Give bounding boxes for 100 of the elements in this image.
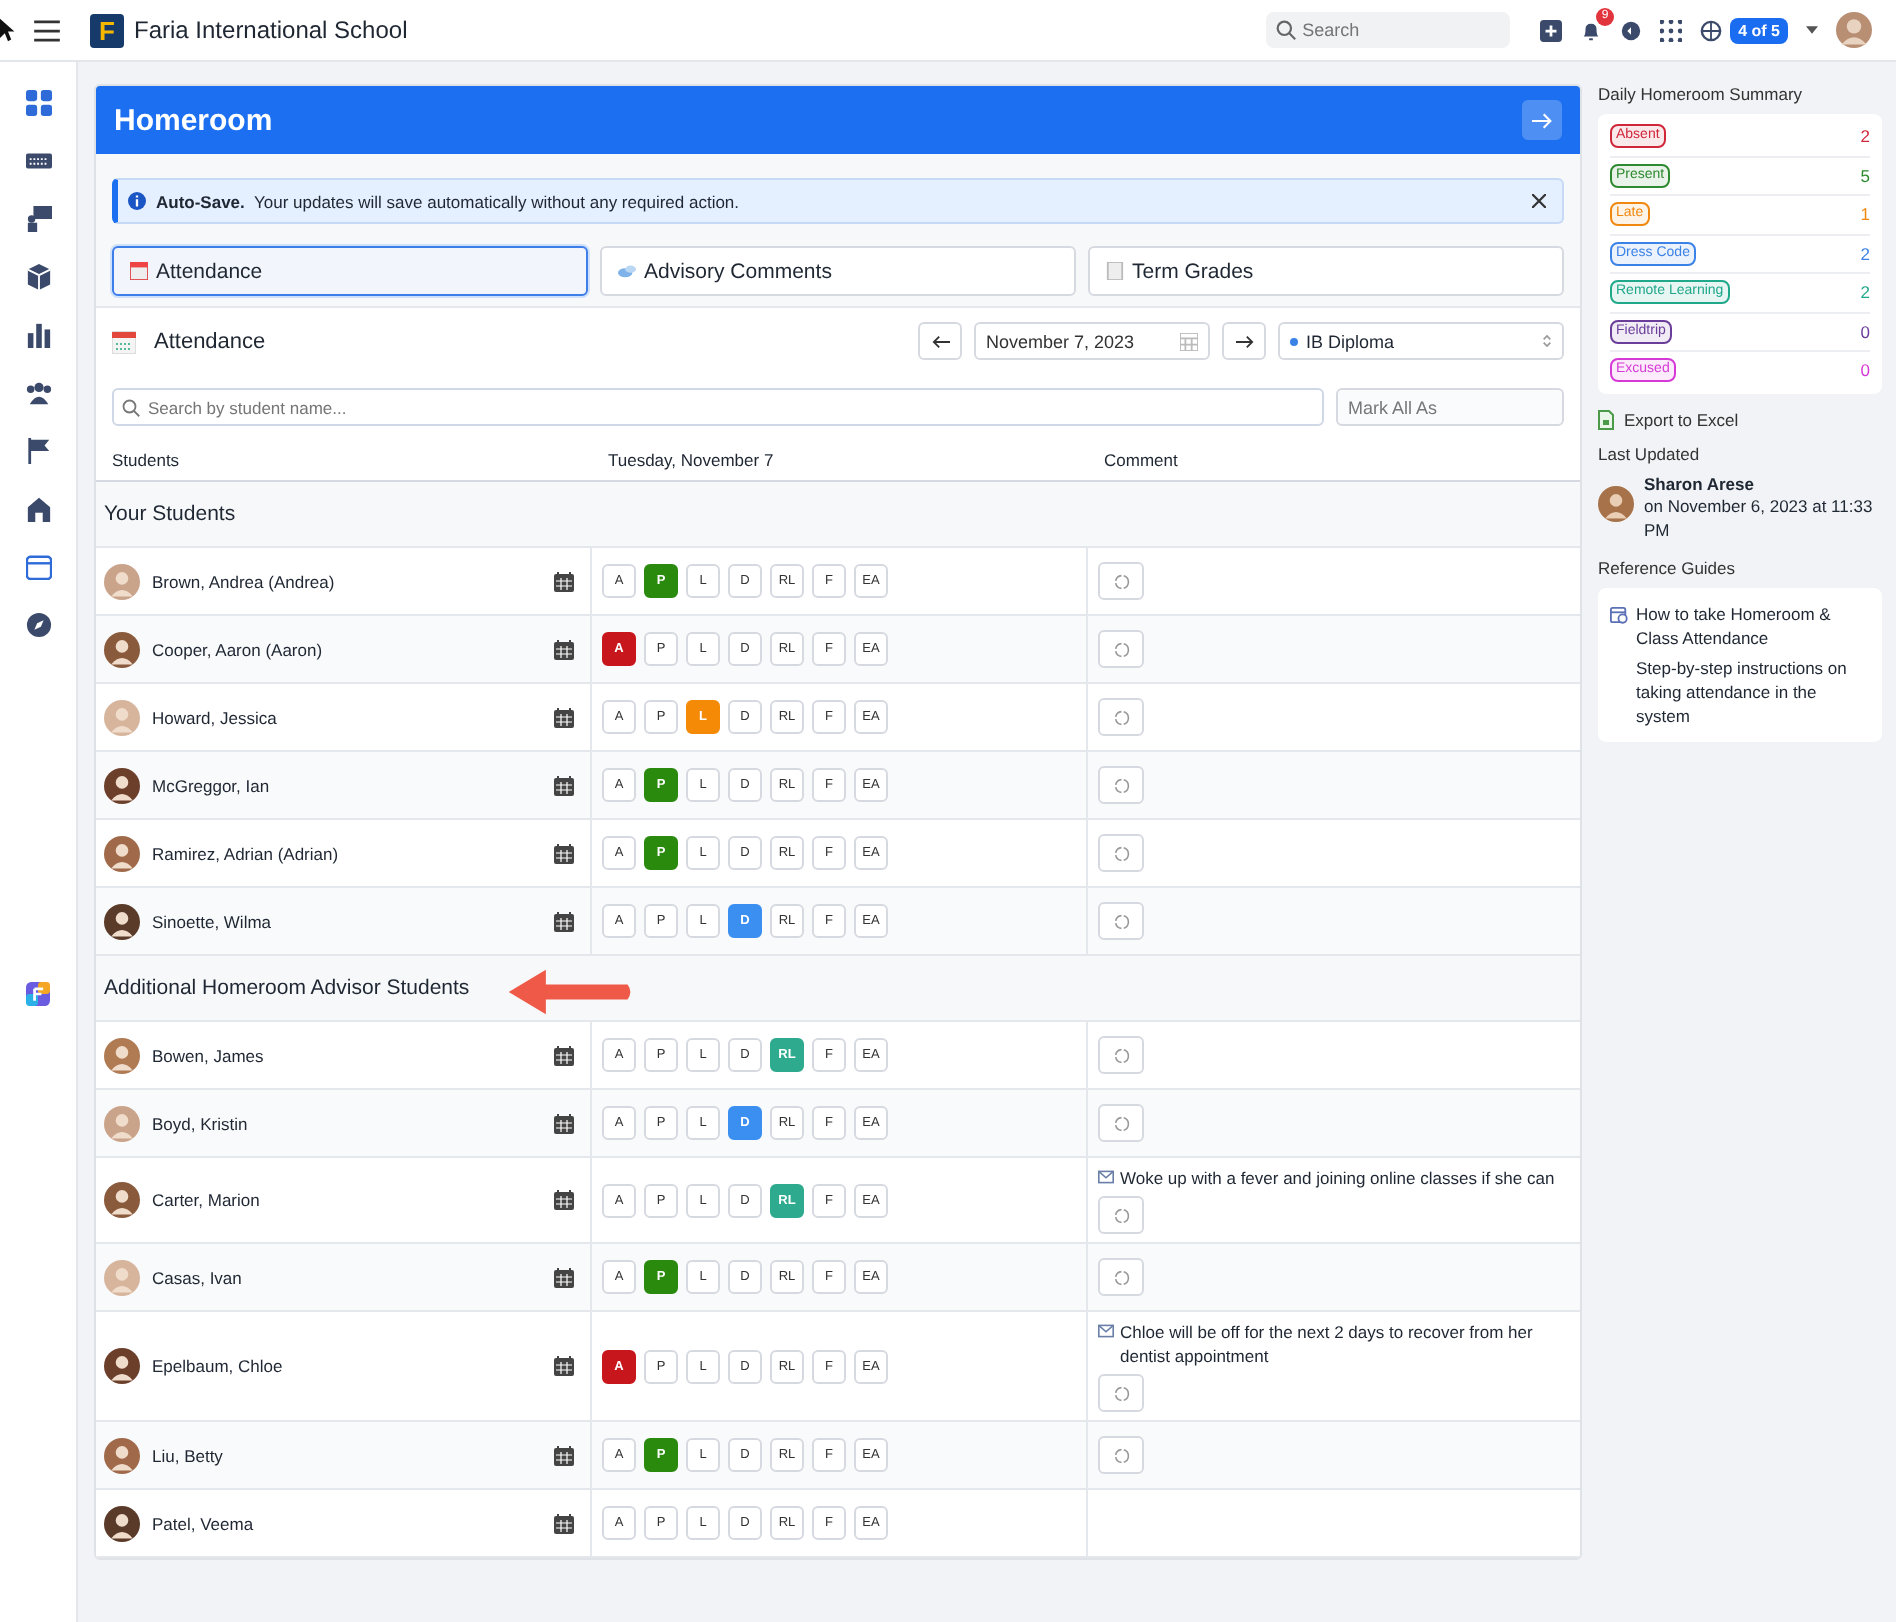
collapse-button[interactable] (1522, 100, 1562, 140)
user-avatar (1598, 485, 1634, 521)
status-count: 5 (1860, 165, 1870, 186)
homeroom-title: Homeroom (114, 103, 273, 137)
student-avatar (104, 563, 140, 599)
caret-icon[interactable] (1806, 26, 1818, 34)
student-avatar (104, 767, 140, 803)
chart-icon[interactable] (25, 322, 51, 348)
student-name[interactable]: Ramirez, Adrian (Adrian) (152, 843, 339, 863)
school-logo[interactable]: F (90, 13, 124, 47)
student-name[interactable]: McGreggor, Ian (152, 775, 270, 795)
student-name[interactable]: Boyd, Kristin (152, 1113, 248, 1133)
cloud-icon (618, 262, 636, 280)
calendar-icon[interactable] (554, 639, 574, 659)
student-avatar (104, 903, 140, 939)
arrow-left-icon (931, 333, 949, 349)
student-name[interactable]: Epelbaum, Chloe (152, 1356, 283, 1376)
people-icon[interactable] (25, 380, 51, 406)
section-title: Additional Homeroom Advisor Students (104, 976, 470, 1000)
mail-icon (1098, 1170, 1114, 1184)
calendar-icon[interactable] (554, 1113, 574, 1133)
search-field[interactable]: Search (1266, 12, 1511, 48)
compass-icon[interactable] (25, 612, 51, 638)
guide-title[interactable]: How to take Homeroom & Class Attendance (1636, 601, 1870, 649)
flag-icon[interactable] (25, 438, 51, 464)
tab[interactable]: Term Grades (1088, 246, 1564, 296)
house-icon[interactable] (25, 496, 51, 522)
calendar-icon[interactable] (554, 1356, 574, 1376)
calendar-icon[interactable] (25, 554, 51, 580)
mail-icon (1098, 1324, 1114, 1338)
bell-icon[interactable] (1580, 19, 1603, 41)
tab[interactable]: Advisory Comments (600, 246, 1076, 296)
close-icon[interactable] (1532, 194, 1546, 208)
status-count: 1 (1860, 204, 1870, 225)
calendar-icon (130, 262, 148, 280)
grid-icon[interactable] (25, 90, 51, 116)
next-day-button[interactable] (1222, 322, 1266, 360)
calendar-icon (112, 329, 136, 353)
calendar-icon[interactable] (554, 775, 574, 795)
student-avatar (104, 1182, 140, 1218)
student-name[interactable]: Cooper, Aaron (Aaron) (152, 639, 323, 659)
summary-title: Daily Homeroom Summary (1598, 84, 1805, 104)
calendar-icon[interactable] (554, 1190, 574, 1210)
add-icon[interactable] (1540, 19, 1563, 41)
student-name[interactable]: Brown, Andrea (Andrea) (152, 571, 335, 591)
spreadsheet-icon[interactable] (1598, 409, 1614, 429)
mark-all-select[interactable]: Mark All As (1336, 388, 1564, 426)
calendar-clock-icon (1610, 605, 1628, 623)
student-name[interactable]: Howard, Jessica (152, 707, 277, 727)
pointer-icon (0, 18, 16, 42)
student-name[interactable]: Liu, Betty (152, 1445, 223, 1465)
student-search-field[interactable]: Search by student name... (112, 388, 1324, 426)
student-avatar (104, 1348, 140, 1384)
date-field[interactable]: November 7, 2023 (974, 322, 1210, 360)
student-avatar (104, 1037, 140, 1073)
column-header: Comment (1102, 450, 1180, 470)
reference-guides-title: Reference Guides (1598, 557, 1738, 577)
apps-icon[interactable] (1660, 19, 1683, 41)
calendar-icon[interactable] (554, 707, 574, 727)
tab[interactable]: Attendance (112, 246, 588, 296)
previous-day-button[interactable] (918, 322, 962, 360)
student-name[interactable]: Sinoette, Wilma (152, 911, 272, 931)
globe-icon[interactable] (1700, 19, 1723, 41)
program-select[interactable]: IB Diploma (1278, 322, 1564, 360)
calendar-icon[interactable] (554, 1445, 574, 1465)
student-name[interactable]: Patel, Veema (152, 1513, 254, 1533)
guide-description: Step-by-step instructions on taking attendance in the system (1634, 655, 1849, 727)
student-avatar (104, 1437, 140, 1473)
student-name[interactable]: Carter, Marion (152, 1190, 260, 1210)
calendar-icon[interactable] (554, 1267, 574, 1287)
student-avatar (104, 1105, 140, 1141)
arrow-right-icon (1235, 333, 1253, 349)
student-avatar (104, 835, 140, 871)
updater-name: Sharon Arese (1644, 473, 1756, 493)
last-updated-title: Last Updated (1598, 443, 1702, 463)
keyboard-icon[interactable] (25, 148, 51, 174)
calendar-icon[interactable] (554, 843, 574, 863)
teacher-icon[interactable] (25, 206, 51, 232)
avatar[interactable] (1836, 12, 1872, 48)
status-count: 0 (1860, 321, 1870, 342)
arrow-right-icon (1532, 111, 1552, 129)
comment-text: Chloe will be off for the next 2 days to recover from her dentist appointment (1120, 1320, 1535, 1368)
school-name: Faria International School (134, 16, 408, 44)
cube-icon[interactable] (25, 264, 51, 290)
calendar-icon[interactable] (554, 1513, 574, 1533)
status-count: 2 (1860, 282, 1870, 303)
account-badge[interactable]: 4 of 5 (1730, 17, 1788, 43)
menu-icon[interactable] (34, 19, 60, 41)
calendar-icon[interactable] (554, 911, 574, 931)
export-link[interactable]: Export to Excel (1624, 409, 1739, 429)
calendar-icon[interactable] (554, 571, 574, 591)
info-icon (128, 192, 146, 210)
search-icon (122, 398, 140, 416)
student-name[interactable]: Casas, Ivan (152, 1267, 242, 1287)
app-logo-icon[interactable] (26, 982, 50, 1006)
autosave-message: Auto-Save. Your updates will save automatically without any required action. (156, 191, 740, 211)
student-name[interactable]: Bowen, James (152, 1045, 264, 1065)
calendar-icon[interactable] (554, 1045, 574, 1065)
guide-card[interactable]: How to take Homeroom & Class Attendance Step-by-step instructions on taking attendance in the system (1598, 587, 1882, 741)
comment-text: Woke up with a fever and joining online classes if she can (1120, 1166, 1555, 1190)
